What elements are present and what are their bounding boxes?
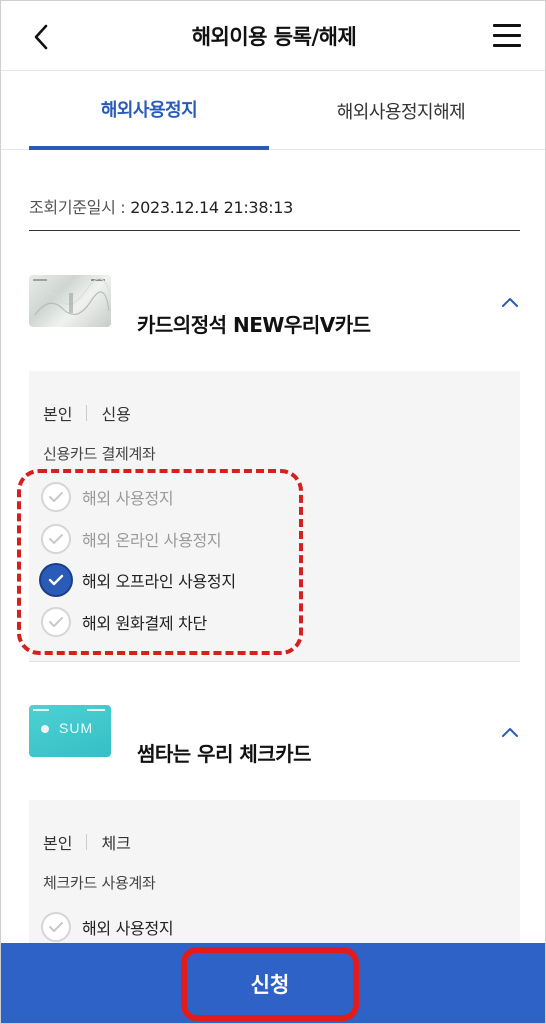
hamburger-menu-icon[interactable] <box>491 21 523 51</box>
option-overseas-krw-block[interactable]: 해외 원화결제 차단 <box>41 605 207 639</box>
checkmark-icon <box>48 574 64 586</box>
page-title: 해외이용 등록/해제 <box>191 25 357 49</box>
card-detail-panel: 본인 신용 신용카드 결제계좌 해외 사용정지 해외 온라인 사용정지 해외 오… <box>29 371 520 661</box>
card-type: 체크 <box>101 834 131 853</box>
account-label: 신용카드 결제계좌 <box>43 445 156 463</box>
check-circle <box>41 482 71 512</box>
card-name: 썸타는 우리 체크카드 <box>137 742 312 766</box>
card-owner-type: 본인 신용 <box>43 401 131 425</box>
card-pattern-graphic <box>30 278 111 316</box>
checkmark-icon <box>49 617 63 627</box>
card-owner-type: 본인 체크 <box>43 830 131 854</box>
account-label: 체크카드 사용계좌 <box>43 874 156 892</box>
query-timestamp-value: 2023.12.14 21:38:13 <box>130 198 294 217</box>
query-timestamp: 조회기준일시 : 2023.12.14 21:38:13 <box>29 194 293 218</box>
checkmark-icon <box>49 492 63 502</box>
option-overseas-offline-suspend[interactable]: 해외 오프라인 사용정지 <box>41 563 236 597</box>
option-label: 해외 사용정지 <box>82 919 174 938</box>
checkmark-icon <box>49 922 63 932</box>
chevron-up-icon[interactable] <box>499 721 521 743</box>
card-owner: 본인 <box>43 405 73 424</box>
check-circle-checked <box>41 565 71 595</box>
card-type: 신용 <box>101 405 131 424</box>
option-label: 해외 온라인 사용정지 <box>82 531 222 550</box>
check-circle <box>41 524 71 554</box>
option-label: 해외 오프라인 사용정지 <box>82 572 236 591</box>
option-overseas-suspend[interactable]: 해외 사용정지 <box>41 480 174 514</box>
option-overseas-online-suspend[interactable]: 해외 온라인 사용정지 <box>41 522 222 556</box>
chevron-up-icon[interactable] <box>499 291 521 313</box>
apply-button-label: 신청 <box>250 973 290 997</box>
card-name: 카드의정석 NEW우리V카드 <box>137 313 371 337</box>
tab-bar: 해외사용정지 해외사용정지해제 <box>1 72 545 150</box>
option-label: 해외 원화결제 차단 <box>82 614 207 633</box>
app-screen: 해외이용 등록/해제 해외사용정지 해외사용정지해제 조회기준일시 : 2023… <box>0 0 546 1024</box>
check-circle <box>41 607 71 637</box>
check-circle <box>41 912 71 942</box>
separator <box>86 834 88 850</box>
separator <box>86 405 88 421</box>
divider <box>29 661 520 662</box>
divider <box>29 230 520 231</box>
apply-button[interactable]: 신청 <box>181 947 359 1021</box>
query-timestamp-label: 조회기준일시 : <box>29 198 131 217</box>
card-detail-panel: 본인 체크 체크카드 사용계좌 해외 사용정지 <box>29 800 520 960</box>
card-logo-text: SUM <box>59 720 94 736</box>
header: 해외이용 등록/해제 <box>1 1 545 71</box>
card-owner: 본인 <box>43 834 73 853</box>
checkmark-icon <box>49 534 63 544</box>
tab-overseas-suspend[interactable]: 해외사용정지 <box>29 72 269 150</box>
option-label: 해외 사용정지 <box>82 489 174 508</box>
tab-overseas-unsuspend[interactable]: 해외사용정지해제 <box>281 72 521 150</box>
card-image-sum: SUM <box>29 705 111 757</box>
card-image-woori-v <box>29 275 111 327</box>
option-overseas-suspend[interactable]: 해외 사용정지 <box>41 910 174 944</box>
